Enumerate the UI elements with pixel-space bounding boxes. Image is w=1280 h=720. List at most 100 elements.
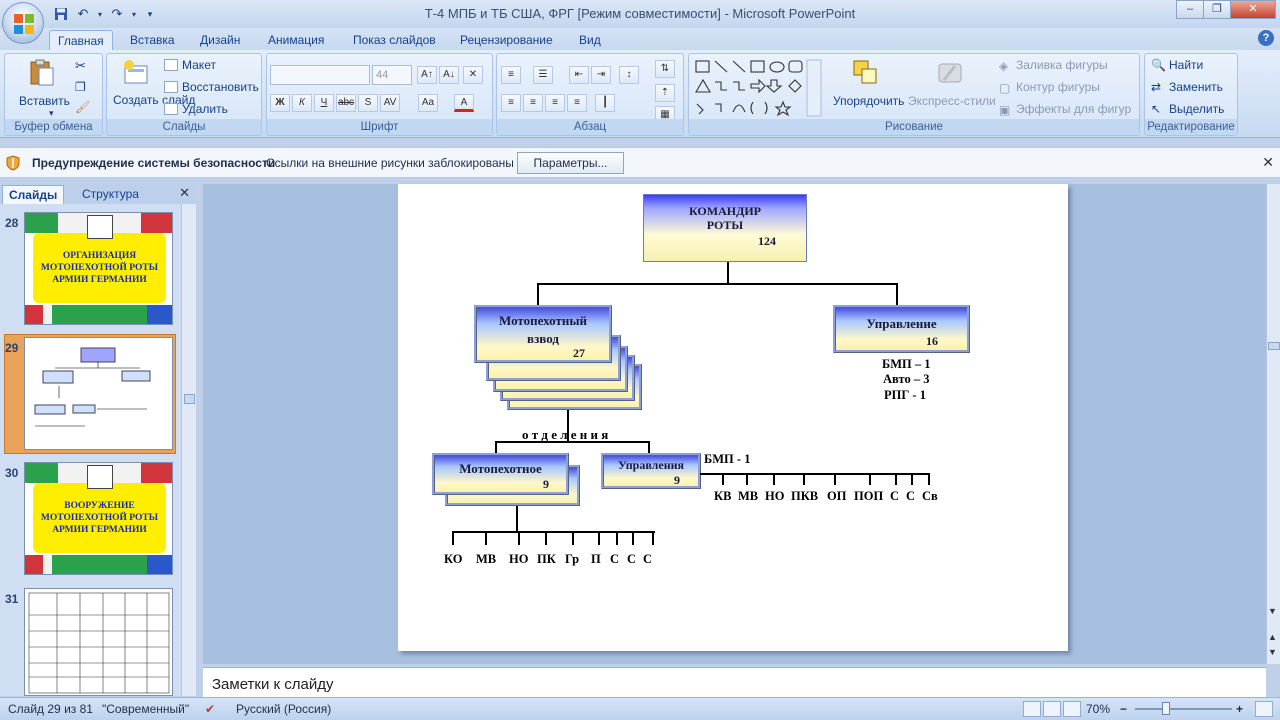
slides-pane-scrollbar[interactable]: [181, 204, 196, 696]
slides-pane-scroll-thumb[interactable]: [184, 394, 195, 404]
shadow-icon[interactable]: S: [358, 94, 378, 112]
numbering-icon[interactable]: ☰: [533, 66, 553, 84]
slide-notes[interactable]: Заметки к слайду: [203, 667, 1266, 697]
normal-view-icon[interactable]: [1023, 701, 1041, 717]
security-options-button[interactable]: Параметры...: [517, 152, 624, 174]
align-right-icon[interactable]: ≡: [545, 94, 565, 112]
tab-insert[interactable]: Вставка: [122, 30, 183, 50]
paste-dropdown-icon[interactable]: ▾: [49, 108, 54, 119]
shape-fill-button[interactable]: Заливка фигуры: [1016, 58, 1108, 72]
tab-slides-pane[interactable]: Слайды: [2, 185, 65, 204]
squad-box[interactable]: Мотопехотное 9: [432, 453, 569, 495]
squad-management-count: 9: [674, 473, 680, 487]
management-box[interactable]: Управление 16: [833, 305, 970, 353]
char-spacing-icon[interactable]: AV: [380, 94, 400, 112]
mgmt-role: С: [890, 489, 900, 503]
italic-icon[interactable]: К: [292, 94, 312, 112]
layout-button[interactable]: Макет: [182, 58, 216, 72]
tab-slideshow[interactable]: Показ слайдов: [345, 30, 444, 50]
restore-button[interactable]: ❐: [1203, 0, 1231, 19]
quick-styles-button[interactable]: Экспресс-стили: [908, 94, 996, 108]
slide-sorter-icon[interactable]: [1043, 701, 1061, 717]
find-button[interactable]: Найти: [1169, 58, 1203, 72]
clear-format-icon[interactable]: ✕: [463, 66, 483, 84]
shield-icon: [6, 155, 20, 171]
shapes-gallery-icon[interactable]: [693, 58, 825, 118]
line-spacing-icon[interactable]: ↕: [619, 66, 639, 84]
new-slide-button[interactable]: Создать слайд: [113, 94, 195, 107]
copy-icon[interactable]: ❐: [75, 80, 86, 94]
font-name-combo[interactable]: [270, 65, 370, 85]
minimize-button[interactable]: –: [1176, 0, 1204, 19]
paste-button[interactable]: Вставить: [19, 94, 70, 108]
tab-design[interactable]: Дизайн: [192, 30, 248, 50]
replace-button[interactable]: Заменить: [1169, 80, 1223, 94]
tab-home[interactable]: Главная: [49, 30, 113, 50]
previous-slide-icon[interactable]: ▲: [1268, 632, 1277, 642]
underline-icon[interactable]: Ч: [314, 94, 334, 112]
cut-icon[interactable]: ✂: [75, 58, 86, 74]
platoon-label-2: взвод: [527, 331, 559, 346]
help-icon[interactable]: ?: [1258, 30, 1274, 46]
select-icon: ↖: [1151, 102, 1162, 116]
arrange-button[interactable]: Упорядочить: [833, 94, 904, 108]
align-center-icon[interactable]: ≡: [523, 94, 543, 112]
columns-icon[interactable]: ┃: [595, 94, 615, 112]
change-case-icon[interactable]: Aa: [418, 94, 438, 112]
tab-review[interactable]: Рецензирование: [452, 30, 561, 50]
delete-slide-button[interactable]: Удалить: [182, 102, 228, 116]
select-button[interactable]: Выделить: [1169, 102, 1224, 116]
slide-thumbnail-29[interactable]: [24, 337, 173, 450]
zoom-slider[interactable]: [1135, 708, 1232, 710]
slide-scroll-thumb[interactable]: [1268, 342, 1280, 350]
font-color-icon[interactable]: A: [454, 94, 474, 112]
next-slide-icon[interactable]: ▼: [1268, 647, 1277, 657]
mgmt-role: Св: [922, 489, 938, 503]
zoom-slider-thumb[interactable]: [1162, 702, 1170, 715]
font-size-combo[interactable]: 44: [372, 65, 412, 85]
bullets-icon[interactable]: ≡: [501, 66, 521, 84]
reset-button[interactable]: Восстановить: [182, 80, 259, 94]
zoom-in-icon[interactable]: +: [1236, 702, 1243, 716]
slides-group: Создать слайд Макет Восстановить Удалить…: [106, 53, 262, 136]
slide-thumbnail-30[interactable]: ВООРУЖЕНИЕ МОТОПЕХОТНОЙ РОТЫ АРМИИ ГЕРМА…: [24, 462, 173, 575]
commander-box[interactable]: КОМАНДИР РОТЫ 124: [643, 194, 807, 262]
decrease-indent-icon[interactable]: ⇤: [569, 66, 589, 84]
zoom-level[interactable]: 70%: [1086, 702, 1110, 716]
bold-icon[interactable]: Ж: [270, 94, 290, 112]
fit-to-window-icon[interactable]: [1255, 701, 1273, 717]
zoom-out-icon[interactable]: −: [1120, 702, 1127, 716]
slideshow-view-icon[interactable]: [1063, 701, 1081, 717]
slide-thumbnail-31[interactable]: [24, 588, 173, 696]
theme-name[interactable]: "Современный": [102, 702, 189, 716]
connector-line: [632, 531, 634, 545]
shape-effects-button[interactable]: Эффекты для фигур: [1016, 102, 1131, 116]
tab-view[interactable]: Вид: [571, 30, 609, 50]
increase-indent-icon[interactable]: ⇥: [591, 66, 611, 84]
close-pane-icon[interactable]: ✕: [179, 185, 190, 201]
office-button[interactable]: [2, 2, 44, 44]
connector-line: [895, 473, 897, 485]
spellcheck-icon[interactable]: ✔: [205, 702, 215, 716]
squad-management-box[interactable]: Управления 9: [601, 453, 701, 489]
shape-outline-button[interactable]: Контур фигуры: [1016, 80, 1100, 94]
slide-vertical-scrollbar[interactable]: ▼ ▲ ▼: [1266, 184, 1280, 664]
tab-outline-pane[interactable]: Структура: [76, 185, 145, 204]
justify-icon[interactable]: ≡: [567, 94, 587, 112]
format-painter-icon[interactable]: 🖌: [75, 100, 90, 114]
close-warning-icon[interactable]: ✕: [1262, 154, 1274, 171]
tab-animation[interactable]: Анимация: [260, 30, 332, 50]
text-direction-icon[interactable]: ⇅: [655, 60, 675, 78]
shrink-font-icon[interactable]: A↓: [439, 66, 459, 84]
strikethrough-icon[interactable]: abc: [336, 94, 356, 112]
scroll-down-icon[interactable]: ▼: [1268, 606, 1277, 616]
security-warning-title: Предупреждение системы безопасности: [32, 156, 276, 170]
platoon-box[interactable]: Мотопехотный взвод 27: [474, 305, 612, 363]
align-left-icon[interactable]: ≡: [501, 94, 521, 112]
commander-count: 124: [758, 234, 776, 248]
language-status[interactable]: Русский (Россия): [236, 702, 331, 716]
slide-thumbnail-28[interactable]: ОРГАНИЗАЦИЯ МОТОПЕХОТНОЙ РОТЫ АРМИИ ГЕРМ…: [24, 212, 173, 325]
align-text-icon[interactable]: ⇡: [655, 84, 675, 102]
close-button[interactable]: ✕: [1230, 0, 1276, 19]
grow-font-icon[interactable]: A↑: [417, 66, 437, 84]
